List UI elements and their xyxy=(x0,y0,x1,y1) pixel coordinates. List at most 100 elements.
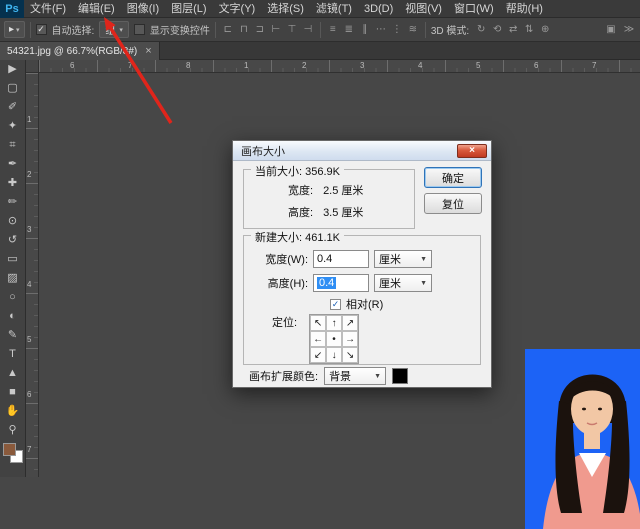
dodge-tool[interactable]: ◐ xyxy=(1,307,25,326)
align-icon-5[interactable]: ⊣ xyxy=(301,22,315,37)
quick-selection-tool[interactable]: ✦ xyxy=(1,117,25,136)
healing-brush-tool[interactable]: ✚ xyxy=(1,174,25,193)
clone-stamp-tool[interactable]: ⊙ xyxy=(1,212,25,231)
close-icon[interactable]: × xyxy=(145,46,151,56)
menu-item-type[interactable]: 文字(Y) xyxy=(213,0,262,18)
relative-checkbox[interactable] xyxy=(330,299,341,310)
show-transform-checkbox[interactable] xyxy=(134,24,145,35)
dialog-titlebar[interactable]: 画布大小 × xyxy=(233,141,491,161)
align-icon-0[interactable]: ⊏ xyxy=(221,22,235,37)
3d-mode-icon-1[interactable]: ⟲ xyxy=(490,22,504,37)
lasso-tool[interactable]: ✐ xyxy=(1,98,25,117)
menu-item-window[interactable]: 窗口(W) xyxy=(448,0,500,18)
move-tool[interactable]: ▶ xyxy=(1,60,25,79)
v-ruler-mark: 5 xyxy=(27,335,31,344)
align-icon-3[interactable]: ⊢ xyxy=(269,22,283,37)
ok-button[interactable]: 确定 xyxy=(424,167,482,188)
distribute-icon-4[interactable]: ⋮ xyxy=(390,22,404,37)
new-height-label: 高度(H): xyxy=(252,275,308,291)
auto-select-target-dropdown[interactable]: 组 ▾ xyxy=(99,21,129,38)
v-ruler-mark: 1 xyxy=(27,115,31,124)
distribute-icon-2[interactable]: ∥ xyxy=(358,22,372,37)
photoshop-logo: Ps xyxy=(0,0,24,18)
distribute-icon-1[interactable]: ≣ xyxy=(342,22,356,37)
options-right-icon-1[interactable]: ≫ xyxy=(622,22,636,37)
align-icons: ⊏⊓⊐⊢⊤⊣ xyxy=(221,22,315,37)
document-tab[interactable]: 54321.jpg @ 66.7%(RGB/8#) × xyxy=(0,42,160,60)
distribute-icon-0[interactable]: ≡ xyxy=(326,22,340,37)
anchor-cell-2[interactable]: ↗ xyxy=(342,315,358,331)
show-transform-label: 显示变换控件 xyxy=(150,22,210,37)
anchor-cell-3[interactable]: ← xyxy=(310,331,326,347)
path-selection-tool[interactable]: ▲ xyxy=(1,364,25,383)
anchor-cell-7[interactable]: ↓ xyxy=(326,347,342,363)
zoom-tool[interactable]: ⚲ xyxy=(1,421,25,440)
auto-select-checkbox[interactable] xyxy=(36,24,47,35)
anchor-cell-6[interactable]: ↙ xyxy=(310,347,326,363)
tool-preset-dropdown[interactable]: ▸ ▾ xyxy=(4,21,25,38)
eraser-tool[interactable]: ▭ xyxy=(1,250,25,269)
h-ruler-mark: 7 xyxy=(592,61,596,70)
menu-item-layer[interactable]: 图层(L) xyxy=(165,0,212,18)
h-ruler-mark: 1 xyxy=(244,61,248,70)
menu-item-3d[interactable]: 3D(D) xyxy=(358,0,399,18)
align-icon-1[interactable]: ⊓ xyxy=(237,22,251,37)
menu-item-view[interactable]: 视图(V) xyxy=(399,0,448,18)
extension-color-select[interactable]: 背景 ▼ xyxy=(324,367,386,385)
menu-item-edit[interactable]: 编辑(E) xyxy=(72,0,121,18)
3d-mode-icon-3[interactable]: ⇅ xyxy=(522,22,536,37)
extension-color-label: 画布扩展颜色: xyxy=(249,368,318,384)
distribute-icon-5[interactable]: ≋ xyxy=(406,22,420,37)
3d-mode-icon-4[interactable]: ⊕ xyxy=(538,22,552,37)
distribute-icon-3[interactable]: ⋯ xyxy=(374,22,388,37)
color-swatches[interactable] xyxy=(3,443,23,463)
menu-item-file[interactable]: 文件(F) xyxy=(24,0,72,18)
menubar-items: 文件(F)编辑(E)图像(I)图层(L)文字(Y)选择(S)滤镜(T)3D(D)… xyxy=(24,0,549,18)
menu-item-help[interactable]: 帮助(H) xyxy=(500,0,549,18)
3d-mode-icon-0[interactable]: ↻ xyxy=(474,22,488,37)
menu-item-image[interactable]: 图像(I) xyxy=(121,0,165,18)
anchor-label: 定位: xyxy=(272,314,297,364)
crop-tool[interactable]: ⌗ xyxy=(1,136,25,155)
dialog-close-button[interactable]: × xyxy=(457,144,487,158)
3d-mode-icon-2[interactable]: ⇄ xyxy=(506,22,520,37)
chevron-down-icon: ▼ xyxy=(420,280,427,287)
dialog-title: 画布大小 xyxy=(241,143,285,159)
h-ruler-mark: 3 xyxy=(360,61,364,70)
auto-select-value: 组 xyxy=(105,22,115,37)
photo-eye-left xyxy=(582,408,586,411)
relative-label: 相对(R) xyxy=(346,296,383,312)
gradient-tool[interactable]: ▨ xyxy=(1,269,25,288)
v-ruler[interactable]: 1234567 xyxy=(26,73,39,477)
width-input[interactable]: 0.4 xyxy=(313,250,369,268)
options-right-icon-0[interactable]: ▣ xyxy=(604,22,618,37)
anchor-cell-5[interactable]: → xyxy=(342,331,358,347)
menu-item-filter[interactable]: 滤镜(T) xyxy=(310,0,358,18)
extension-color-swatch[interactable] xyxy=(392,368,408,384)
anchor-cell-4[interactable]: • xyxy=(326,331,342,347)
height-input[interactable]: 0.4 xyxy=(313,274,369,292)
h-ruler[interactable]: 6781234567 xyxy=(39,60,640,73)
type-tool[interactable]: T xyxy=(1,345,25,364)
blur-tool[interactable]: ○ xyxy=(1,288,25,307)
width-unit-select[interactable]: 厘米 ▼ xyxy=(374,250,432,268)
pen-tool[interactable]: ✎ xyxy=(1,326,25,345)
distribute-icons: ≡≣∥⋯⋮≋ xyxy=(326,22,420,37)
eyedropper-tool[interactable]: ✒ xyxy=(1,155,25,174)
anchor-cell-1[interactable]: ↑ xyxy=(326,315,342,331)
anchor-cell-0[interactable]: ↖ xyxy=(310,315,326,331)
anchor-cell-8[interactable]: ↘ xyxy=(342,347,358,363)
anchor-grid[interactable]: ↖↑↗ ←•→ ↙↓↘ xyxy=(309,314,359,364)
align-icon-4[interactable]: ⊤ xyxy=(285,22,299,37)
foreground-color-swatch[interactable] xyxy=(3,443,16,456)
brush-tool[interactable]: ✏ xyxy=(1,193,25,212)
marquee-tool[interactable]: ▢ xyxy=(1,79,25,98)
hand-tool[interactable]: ✋ xyxy=(1,402,25,421)
relative-row: 相对(R) xyxy=(330,296,383,312)
history-brush-tool[interactable]: ↺ xyxy=(1,231,25,250)
align-icon-2[interactable]: ⊐ xyxy=(253,22,267,37)
shape-tool[interactable]: ■ xyxy=(1,383,25,402)
height-unit-select[interactable]: 厘米 ▼ xyxy=(374,274,432,292)
reset-button[interactable]: 复位 xyxy=(424,193,482,214)
menu-item-select[interactable]: 选择(S) xyxy=(261,0,310,18)
